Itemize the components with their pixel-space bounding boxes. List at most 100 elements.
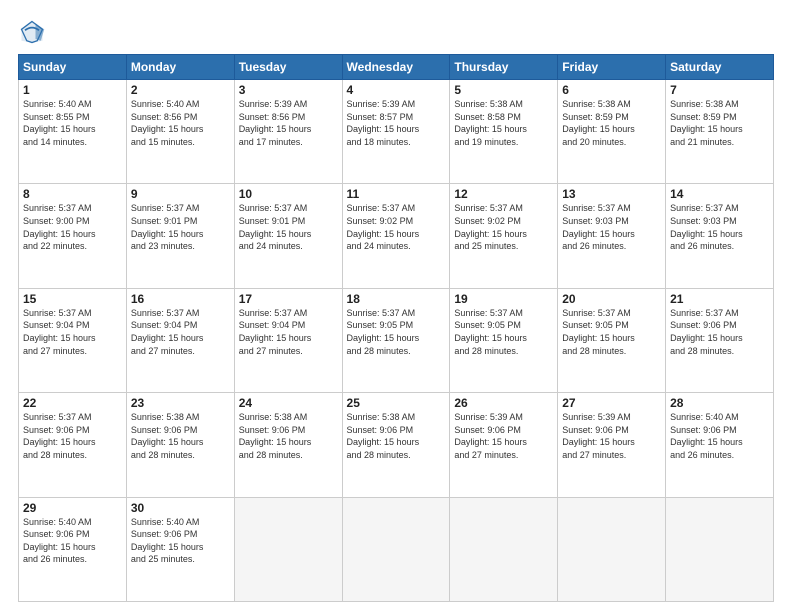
day-info: Sunrise: 5:40 AMSunset: 9:06 PMDaylight:… bbox=[131, 516, 230, 566]
day-info: Sunrise: 5:38 AMSunset: 9:06 PMDaylight:… bbox=[239, 411, 338, 461]
day-cell: 13 Sunrise: 5:37 AMSunset: 9:03 PMDaylig… bbox=[558, 184, 666, 288]
day-cell bbox=[234, 497, 342, 601]
col-friday: Friday bbox=[558, 55, 666, 80]
day-number: 9 bbox=[131, 187, 230, 201]
day-cell: 16 Sunrise: 5:37 AMSunset: 9:04 PMDaylig… bbox=[126, 288, 234, 392]
day-number: 11 bbox=[347, 187, 446, 201]
day-number: 2 bbox=[131, 83, 230, 97]
day-number: 25 bbox=[347, 396, 446, 410]
day-info: Sunrise: 5:37 AMSunset: 9:04 PMDaylight:… bbox=[131, 307, 230, 357]
day-number: 21 bbox=[670, 292, 769, 306]
logo bbox=[18, 18, 50, 46]
day-cell: 17 Sunrise: 5:37 AMSunset: 9:04 PMDaylig… bbox=[234, 288, 342, 392]
day-cell: 19 Sunrise: 5:37 AMSunset: 9:05 PMDaylig… bbox=[450, 288, 558, 392]
day-cell: 6 Sunrise: 5:38 AMSunset: 8:59 PMDayligh… bbox=[558, 80, 666, 184]
day-number: 1 bbox=[23, 83, 122, 97]
day-cell: 25 Sunrise: 5:38 AMSunset: 9:06 PMDaylig… bbox=[342, 393, 450, 497]
day-cell: 12 Sunrise: 5:37 AMSunset: 9:02 PMDaylig… bbox=[450, 184, 558, 288]
day-info: Sunrise: 5:37 AMSunset: 9:01 PMDaylight:… bbox=[239, 202, 338, 252]
day-number: 19 bbox=[454, 292, 553, 306]
day-cell: 14 Sunrise: 5:37 AMSunset: 9:03 PMDaylig… bbox=[666, 184, 774, 288]
day-cell bbox=[342, 497, 450, 601]
day-info: Sunrise: 5:37 AMSunset: 9:02 PMDaylight:… bbox=[454, 202, 553, 252]
page: Sunday Monday Tuesday Wednesday Thursday… bbox=[0, 0, 792, 612]
day-cell: 23 Sunrise: 5:38 AMSunset: 9:06 PMDaylig… bbox=[126, 393, 234, 497]
day-number: 15 bbox=[23, 292, 122, 306]
day-number: 13 bbox=[562, 187, 661, 201]
col-wednesday: Wednesday bbox=[342, 55, 450, 80]
day-cell: 30 Sunrise: 5:40 AMSunset: 9:06 PMDaylig… bbox=[126, 497, 234, 601]
day-info: Sunrise: 5:39 AMSunset: 8:57 PMDaylight:… bbox=[347, 98, 446, 148]
day-info: Sunrise: 5:38 AMSunset: 9:06 PMDaylight:… bbox=[131, 411, 230, 461]
day-info: Sunrise: 5:37 AMSunset: 9:06 PMDaylight:… bbox=[23, 411, 122, 461]
day-cell bbox=[558, 497, 666, 601]
day-cell bbox=[450, 497, 558, 601]
day-number: 8 bbox=[23, 187, 122, 201]
day-info: Sunrise: 5:40 AMSunset: 8:56 PMDaylight:… bbox=[131, 98, 230, 148]
logo-icon bbox=[18, 18, 46, 46]
day-number: 26 bbox=[454, 396, 553, 410]
day-cell: 10 Sunrise: 5:37 AMSunset: 9:01 PMDaylig… bbox=[234, 184, 342, 288]
day-cell bbox=[666, 497, 774, 601]
day-info: Sunrise: 5:39 AMSunset: 8:56 PMDaylight:… bbox=[239, 98, 338, 148]
day-info: Sunrise: 5:40 AMSunset: 9:06 PMDaylight:… bbox=[23, 516, 122, 566]
day-cell: 27 Sunrise: 5:39 AMSunset: 9:06 PMDaylig… bbox=[558, 393, 666, 497]
day-cell: 5 Sunrise: 5:38 AMSunset: 8:58 PMDayligh… bbox=[450, 80, 558, 184]
day-info: Sunrise: 5:37 AMSunset: 9:02 PMDaylight:… bbox=[347, 202, 446, 252]
day-info: Sunrise: 5:37 AMSunset: 9:03 PMDaylight:… bbox=[562, 202, 661, 252]
day-info: Sunrise: 5:38 AMSunset: 9:06 PMDaylight:… bbox=[347, 411, 446, 461]
day-info: Sunrise: 5:37 AMSunset: 9:00 PMDaylight:… bbox=[23, 202, 122, 252]
day-number: 20 bbox=[562, 292, 661, 306]
day-cell: 29 Sunrise: 5:40 AMSunset: 9:06 PMDaylig… bbox=[19, 497, 127, 601]
day-number: 24 bbox=[239, 396, 338, 410]
week-row-3: 22 Sunrise: 5:37 AMSunset: 9:06 PMDaylig… bbox=[19, 393, 774, 497]
day-cell: 20 Sunrise: 5:37 AMSunset: 9:05 PMDaylig… bbox=[558, 288, 666, 392]
day-info: Sunrise: 5:37 AMSunset: 9:06 PMDaylight:… bbox=[670, 307, 769, 357]
col-thursday: Thursday bbox=[450, 55, 558, 80]
day-cell: 21 Sunrise: 5:37 AMSunset: 9:06 PMDaylig… bbox=[666, 288, 774, 392]
day-info: Sunrise: 5:37 AMSunset: 9:04 PMDaylight:… bbox=[23, 307, 122, 357]
day-cell: 18 Sunrise: 5:37 AMSunset: 9:05 PMDaylig… bbox=[342, 288, 450, 392]
header bbox=[18, 18, 774, 46]
day-number: 4 bbox=[347, 83, 446, 97]
day-cell: 2 Sunrise: 5:40 AMSunset: 8:56 PMDayligh… bbox=[126, 80, 234, 184]
week-row-1: 8 Sunrise: 5:37 AMSunset: 9:00 PMDayligh… bbox=[19, 184, 774, 288]
day-info: Sunrise: 5:40 AMSunset: 8:55 PMDaylight:… bbox=[23, 98, 122, 148]
day-number: 10 bbox=[239, 187, 338, 201]
col-monday: Monday bbox=[126, 55, 234, 80]
day-cell: 1 Sunrise: 5:40 AMSunset: 8:55 PMDayligh… bbox=[19, 80, 127, 184]
day-cell: 24 Sunrise: 5:38 AMSunset: 9:06 PMDaylig… bbox=[234, 393, 342, 497]
day-info: Sunrise: 5:37 AMSunset: 9:05 PMDaylight:… bbox=[454, 307, 553, 357]
day-info: Sunrise: 5:37 AMSunset: 9:03 PMDaylight:… bbox=[670, 202, 769, 252]
day-info: Sunrise: 5:37 AMSunset: 9:04 PMDaylight:… bbox=[239, 307, 338, 357]
day-info: Sunrise: 5:37 AMSunset: 9:05 PMDaylight:… bbox=[562, 307, 661, 357]
day-number: 12 bbox=[454, 187, 553, 201]
day-number: 16 bbox=[131, 292, 230, 306]
day-info: Sunrise: 5:39 AMSunset: 9:06 PMDaylight:… bbox=[562, 411, 661, 461]
day-info: Sunrise: 5:40 AMSunset: 9:06 PMDaylight:… bbox=[670, 411, 769, 461]
day-number: 28 bbox=[670, 396, 769, 410]
col-tuesday: Tuesday bbox=[234, 55, 342, 80]
week-row-0: 1 Sunrise: 5:40 AMSunset: 8:55 PMDayligh… bbox=[19, 80, 774, 184]
day-number: 3 bbox=[239, 83, 338, 97]
day-cell: 4 Sunrise: 5:39 AMSunset: 8:57 PMDayligh… bbox=[342, 80, 450, 184]
calendar: Sunday Monday Tuesday Wednesday Thursday… bbox=[18, 54, 774, 602]
day-cell: 9 Sunrise: 5:37 AMSunset: 9:01 PMDayligh… bbox=[126, 184, 234, 288]
day-cell: 8 Sunrise: 5:37 AMSunset: 9:00 PMDayligh… bbox=[19, 184, 127, 288]
day-info: Sunrise: 5:39 AMSunset: 9:06 PMDaylight:… bbox=[454, 411, 553, 461]
col-sunday: Sunday bbox=[19, 55, 127, 80]
col-saturday: Saturday bbox=[666, 55, 774, 80]
day-info: Sunrise: 5:38 AMSunset: 8:59 PMDaylight:… bbox=[670, 98, 769, 148]
day-number: 5 bbox=[454, 83, 553, 97]
day-info: Sunrise: 5:38 AMSunset: 8:59 PMDaylight:… bbox=[562, 98, 661, 148]
day-info: Sunrise: 5:37 AMSunset: 9:01 PMDaylight:… bbox=[131, 202, 230, 252]
day-info: Sunrise: 5:38 AMSunset: 8:58 PMDaylight:… bbox=[454, 98, 553, 148]
week-row-2: 15 Sunrise: 5:37 AMSunset: 9:04 PMDaylig… bbox=[19, 288, 774, 392]
day-cell: 15 Sunrise: 5:37 AMSunset: 9:04 PMDaylig… bbox=[19, 288, 127, 392]
day-number: 30 bbox=[131, 501, 230, 515]
day-number: 17 bbox=[239, 292, 338, 306]
day-cell: 11 Sunrise: 5:37 AMSunset: 9:02 PMDaylig… bbox=[342, 184, 450, 288]
day-number: 14 bbox=[670, 187, 769, 201]
day-number: 29 bbox=[23, 501, 122, 515]
day-number: 7 bbox=[670, 83, 769, 97]
